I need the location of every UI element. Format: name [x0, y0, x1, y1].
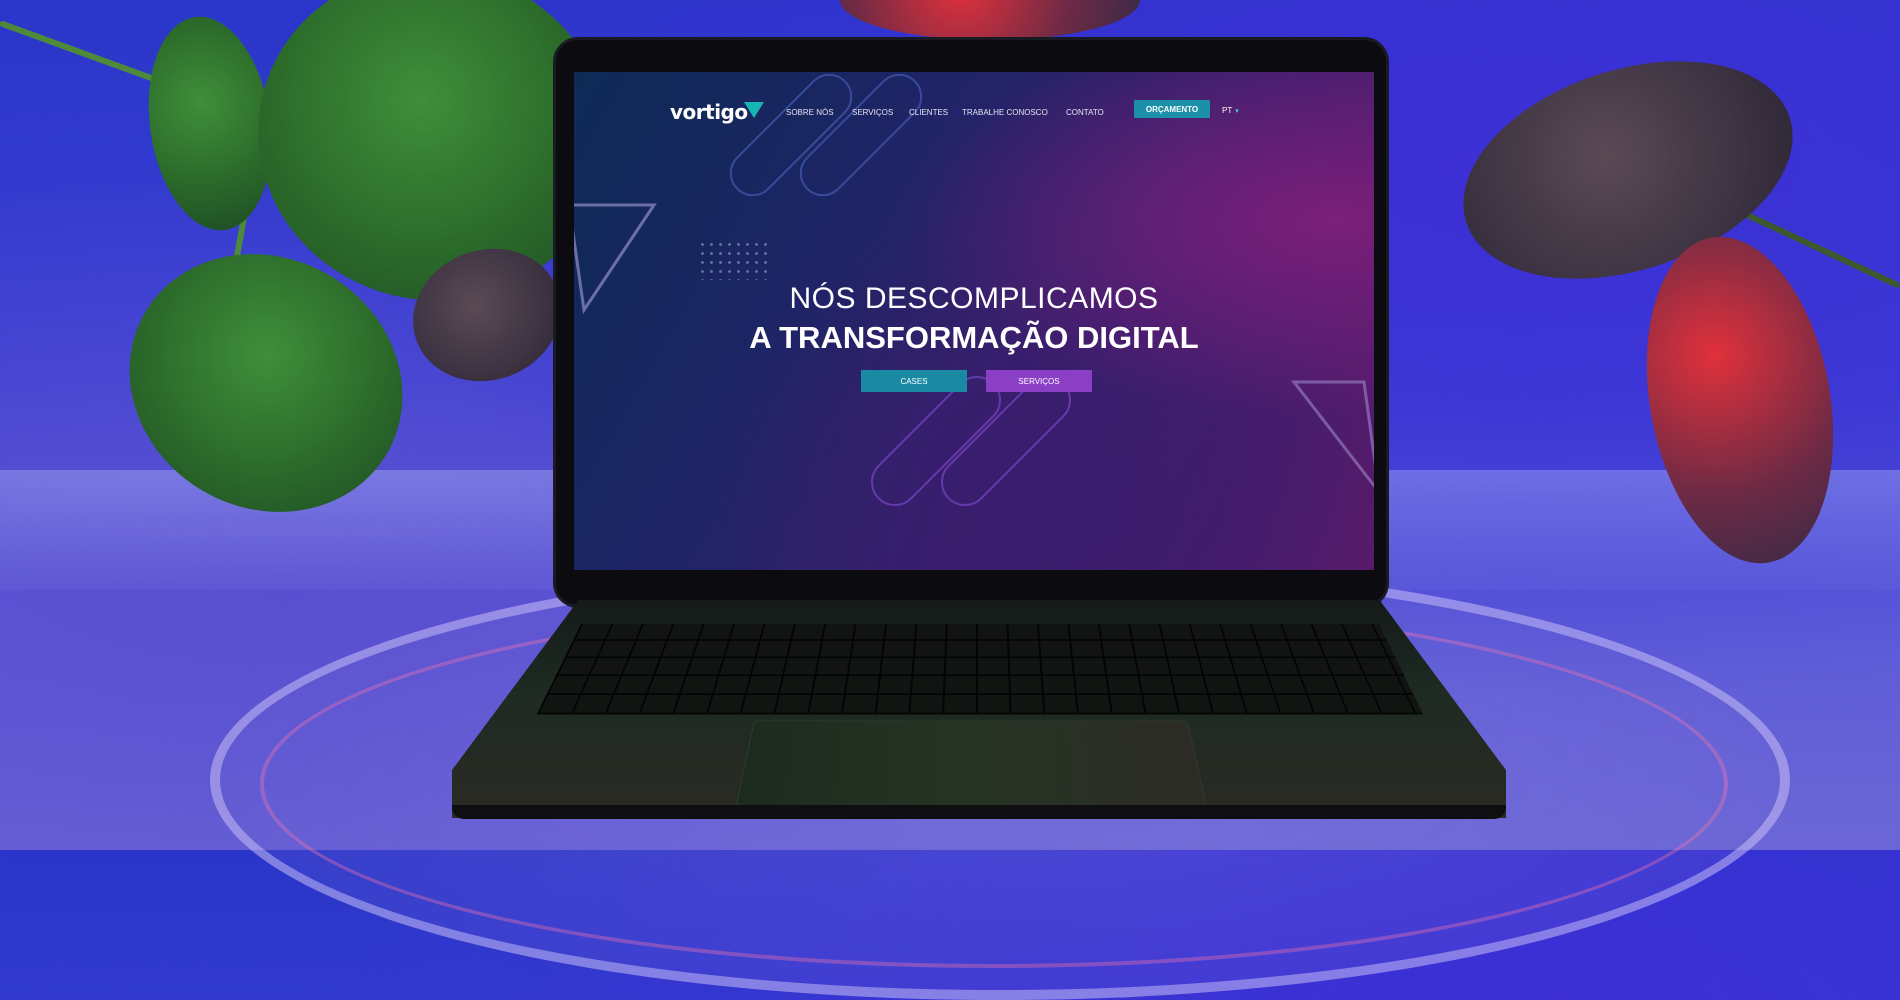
site-nav: vortigo SOBRE NÓS SERVIÇOS CLIENTES TRAB… — [574, 96, 1374, 126]
nav-item-servicos[interactable]: SERVIÇOS — [852, 108, 893, 117]
nav-item-clientes[interactable]: CLIENTES — [909, 108, 948, 117]
deco-triangle-right — [1290, 380, 1374, 488]
hero-heading-line2: A TRANSFORMAÇÃO DIGITAL — [749, 320, 1199, 355]
hero-heading-line1: NÓS DESCOMPLICAMOS — [789, 282, 1159, 315]
chevron-down-icon: ▾ — [1235, 108, 1239, 115]
servicos-button[interactable]: SERVIÇOS — [986, 370, 1092, 392]
laptop-front-edge — [452, 805, 1506, 819]
logo-mark-icon — [744, 102, 764, 118]
site-logo[interactable]: vortigo — [670, 100, 748, 124]
orcamento-button[interactable]: ORÇAMENTO — [1134, 100, 1210, 118]
nav-item-sobre-nos[interactable]: SOBRE NÓS — [786, 108, 834, 117]
laptop-trackpad — [735, 720, 1207, 808]
deco-dot-grid — [698, 240, 770, 280]
cases-button[interactable]: CASES — [861, 370, 967, 392]
laptop-keyboard — [536, 624, 1424, 715]
language-selector[interactable]: PT ▾ — [1222, 106, 1239, 115]
language-label: PT — [1222, 106, 1233, 115]
laptop-screen: vortigo SOBRE NÓS SERVIÇOS CLIENTES TRAB… — [574, 72, 1374, 570]
nav-item-contato[interactable]: CONTATO — [1066, 108, 1104, 117]
plant-leaf — [840, 0, 1140, 40]
nav-item-trabalhe-conosco[interactable]: TRABALHE CONOSCO — [962, 108, 1048, 117]
